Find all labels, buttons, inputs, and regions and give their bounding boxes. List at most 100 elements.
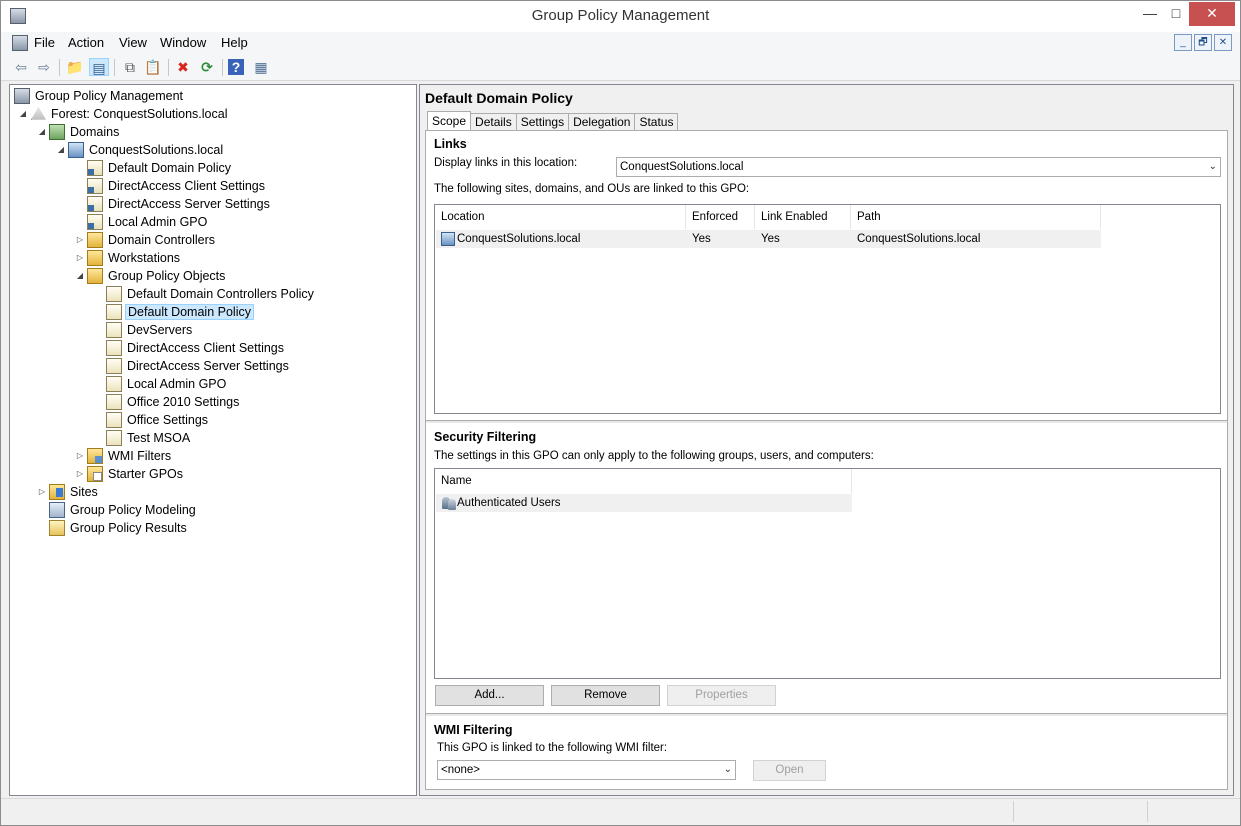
back-icon[interactable]: ⇦	[11, 58, 31, 76]
properties-icon[interactable]: ▦	[251, 58, 271, 76]
mdi-minimize-button[interactable]: _	[1174, 34, 1192, 51]
menu-help[interactable]: Help	[221, 35, 248, 50]
tree-item-domain[interactable]: ◢ ConquestSolutions.local	[56, 140, 225, 158]
mdi-window-icon[interactable]	[12, 35, 28, 51]
tree-item-gpo[interactable]: DirectAccess Server Settings	[104, 356, 291, 374]
expand-icon[interactable]: ▷	[75, 447, 85, 465]
tree-item-results[interactable]: Group Policy Results	[47, 518, 189, 536]
show-hide-tree-icon[interactable]: ▤	[89, 58, 109, 76]
expand-icon[interactable]: ▷	[37, 483, 47, 501]
chevron-down-icon: ⌄	[1208, 161, 1217, 172]
collapse-icon[interactable]: ◢	[56, 141, 66, 159]
collapse-icon[interactable]: ◢	[75, 267, 85, 285]
open-button[interactable]: Open	[753, 760, 826, 781]
add-button[interactable]: Add...	[435, 685, 544, 706]
menu-file[interactable]: File	[34, 35, 55, 50]
menu-action[interactable]: Action	[68, 35, 104, 50]
section-splitter[interactable]	[426, 420, 1227, 424]
paste-icon[interactable]: 📋	[143, 58, 163, 76]
menu-view[interactable]: View	[119, 35, 147, 50]
mdi-restore-button[interactable]: 🗗	[1194, 34, 1212, 51]
copy-icon[interactable]: ⧉	[120, 58, 140, 76]
tree-item-gpo[interactable]: DirectAccess Client Settings	[104, 338, 286, 356]
tree-item-group-policy-management[interactable]: Group Policy Management	[12, 86, 185, 104]
column-name[interactable]: Name	[435, 469, 852, 493]
tree-item-group-policy-objects[interactable]: ◢ Group Policy Objects	[75, 266, 227, 284]
tree-item-gpo-link[interactable]: DirectAccess Server Settings	[85, 194, 272, 212]
menu-window[interactable]: Window	[160, 35, 206, 50]
tree-item-gpo[interactable]: Office Settings	[104, 410, 210, 428]
column-location[interactable]: Location	[435, 205, 686, 229]
tree-item-gpo[interactable]: Office 2010 Settings	[104, 392, 241, 410]
links-list[interactable]: Location Enforced Link Enabled Path Conq…	[434, 204, 1221, 414]
expand-icon[interactable]: ▷	[75, 249, 85, 267]
gpo-icon	[106, 303, 122, 320]
help-icon[interactable]: ?	[228, 59, 244, 75]
column-path[interactable]: Path	[851, 205, 1101, 229]
minimize-button[interactable]: —	[1137, 2, 1163, 26]
column-enforced[interactable]: Enforced	[686, 205, 755, 229]
table-row[interactable]: ConquestSolutions.local Yes Yes Conquest…	[436, 230, 1101, 248]
close-button[interactable]: ✕	[1189, 2, 1235, 26]
tree-item-gpo[interactable]: Local Admin GPO	[104, 374, 228, 392]
section-splitter[interactable]	[426, 713, 1227, 717]
tab-delegation[interactable]: Delegation	[569, 113, 636, 131]
toolbar: ⇦ ⇨ 📁 ▤ ⧉ 📋 ✖ ⟳ ? ▦	[1, 54, 1240, 81]
wmi-filter-dropdown[interactable]: <none> ⌄	[437, 760, 736, 780]
links-list-header: Location Enforced Link Enabled Path	[435, 205, 1101, 229]
up-folder-icon[interactable]: 📁	[65, 58, 85, 76]
delete-icon[interactable]: ✖	[173, 58, 193, 76]
sites-icon	[49, 483, 65, 500]
toolbar-separator	[59, 59, 60, 76]
tree-item-gpo-link[interactable]: DirectAccess Client Settings	[85, 176, 267, 194]
tree-item-sites[interactable]: ▷ Sites	[37, 482, 100, 500]
remove-button[interactable]: Remove	[551, 685, 660, 706]
gpo-icon	[106, 285, 122, 302]
column-link-enabled[interactable]: Link Enabled	[755, 205, 851, 229]
console-tree[interactable]: Group Policy Management ◢ Forest: Conques…	[9, 84, 417, 796]
wmi-filtering-description: This GPO is linked to the following WMI …	[437, 742, 668, 754]
mdi-close-button[interactable]: ✕	[1214, 34, 1232, 51]
gpo-icon	[106, 375, 122, 392]
ou-folder-icon	[87, 231, 103, 248]
tree-item-gpo-link[interactable]: Local Admin GPO	[85, 212, 209, 230]
tree-item-wmi-filters[interactable]: ▷ WMI Filters	[75, 446, 173, 464]
tree-item-starter-gpos[interactable]: ▷ Starter GPOs	[75, 464, 185, 482]
display-links-value: ConquestSolutions.local	[620, 161, 744, 173]
tree-item-ou[interactable]: ▷ Workstations	[75, 248, 182, 266]
gpo-icon	[106, 321, 122, 338]
group-policy-management-icon	[14, 87, 30, 104]
tree-item-gpo[interactable]: Default Domain Controllers Policy	[104, 284, 316, 302]
tree-item-modeling[interactable]: Group Policy Modeling	[47, 500, 198, 518]
properties-button[interactable]: Properties	[667, 685, 776, 706]
tree-item-gpo-link[interactable]: Default Domain Policy	[85, 158, 233, 176]
refresh-icon[interactable]: ⟳	[197, 58, 217, 76]
status-segment	[1013, 801, 1147, 822]
tab-settings[interactable]: Settings	[516, 113, 570, 131]
tree-item-gpo[interactable]: Test MSOA	[104, 428, 192, 446]
toolbar-separator	[222, 59, 223, 76]
tab-status[interactable]: Status	[635, 113, 679, 131]
collapse-icon[interactable]: ◢	[37, 123, 47, 141]
tree-item-gpo-selected[interactable]: Default Domain Policy	[104, 302, 254, 320]
status-segment	[1147, 801, 1235, 822]
collapse-icon[interactable]: ◢	[18, 105, 28, 123]
display-links-dropdown[interactable]: ConquestSolutions.local ⌄	[616, 157, 1221, 177]
tree-item-gpo[interactable]: DevServers	[104, 320, 194, 338]
tab-details[interactable]: Details	[471, 113, 517, 131]
link-enabled-cell: Yes	[761, 233, 780, 245]
title-bar[interactable]: Group Policy Management — □ ✕	[1, 1, 1240, 32]
expand-icon[interactable]: ▷	[75, 465, 85, 483]
details-tabs: Scope Details Settings Delegation Status	[427, 111, 679, 132]
expand-icon[interactable]: ▷	[75, 231, 85, 249]
maximize-button[interactable]: □	[1163, 2, 1189, 26]
tab-scope[interactable]: Scope	[427, 111, 472, 132]
security-list-header: Name	[435, 469, 852, 493]
tree-item-forest[interactable]: ◢ Forest: ConquestSolutions.local	[18, 104, 229, 122]
list-item[interactable]: Authenticated Users	[436, 494, 852, 512]
links-description: The following sites, domains, and OUs ar…	[434, 183, 750, 195]
tree-item-domains[interactable]: ◢ Domains	[37, 122, 121, 140]
forward-icon[interactable]: ⇨	[34, 58, 54, 76]
security-filtering-list[interactable]: Name Authenticated Users	[434, 468, 1221, 679]
tree-item-ou[interactable]: ▷ Domain Controllers	[75, 230, 217, 248]
